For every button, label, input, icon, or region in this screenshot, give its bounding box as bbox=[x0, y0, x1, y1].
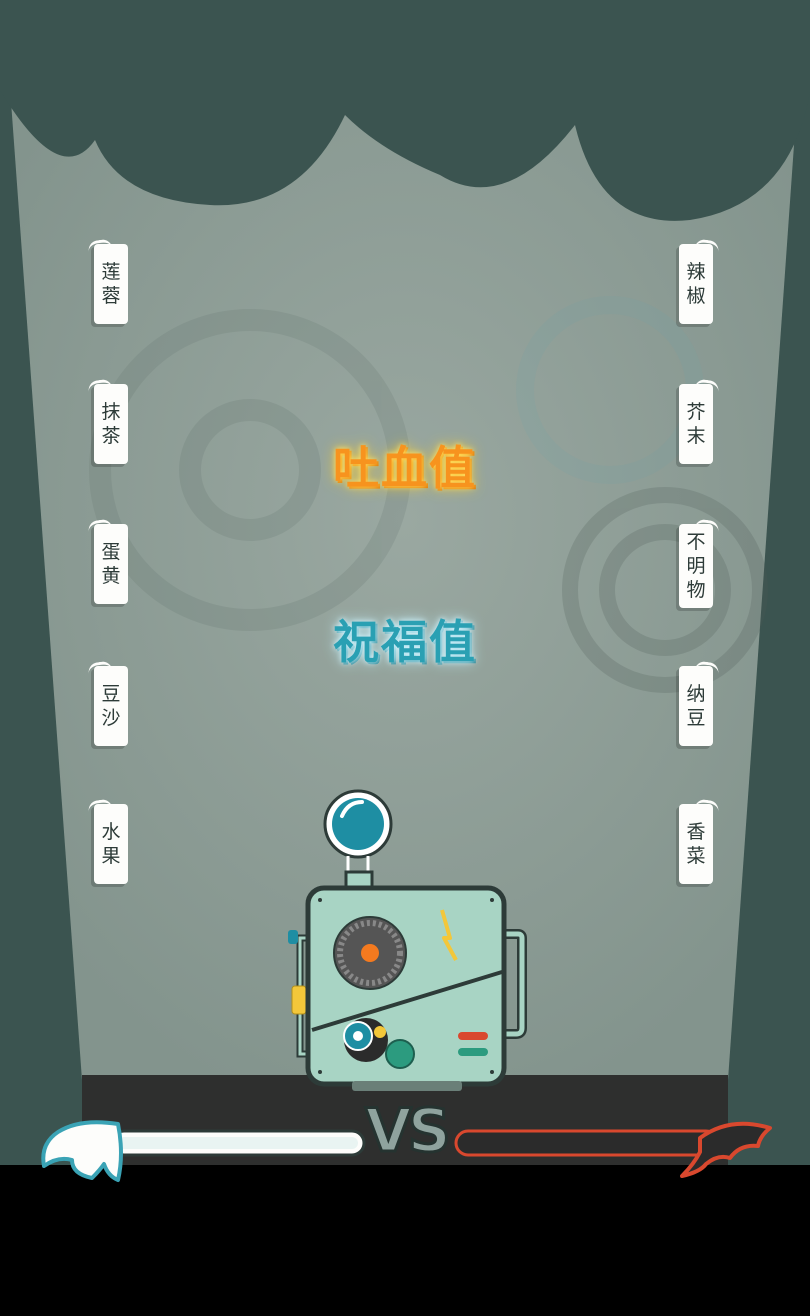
flavor-char: 抹 bbox=[101, 401, 121, 423]
flavor-tag-left-5[interactable]: 水 果 bbox=[87, 798, 128, 884]
flavor-char: 水 bbox=[101, 821, 121, 843]
mooncake-machine-icon[interactable] bbox=[282, 788, 532, 1093]
flavor-char: 明 bbox=[686, 555, 706, 577]
flavor-char: 纳 bbox=[686, 683, 706, 705]
flavor-char: 椒 bbox=[686, 285, 706, 307]
flavor-tag-right-5[interactable]: 香 菜 bbox=[679, 798, 720, 884]
flavor-char: 不 bbox=[686, 531, 706, 553]
versus-label: VS bbox=[364, 1095, 453, 1168]
flavor-char: 果 bbox=[101, 845, 121, 867]
game-stage: 莲 蓉 抹 茶 蛋 黄 豆 沙 水 果 辣 椒 芥 末 不 明 物 纳 豆 香 … bbox=[0, 0, 810, 1316]
flavor-tag-right-3[interactable]: 不 明 物 bbox=[679, 518, 720, 608]
flavor-char: 蛋 bbox=[101, 541, 121, 563]
flavor-char: 豆 bbox=[101, 683, 121, 705]
flavor-char: 菜 bbox=[686, 845, 706, 867]
blessing-bar-fill bbox=[118, 1137, 358, 1149]
flavor-char: 黄 bbox=[101, 565, 121, 587]
vomit-value-label: 吐血值 bbox=[333, 441, 477, 495]
flavor-tag-left-1[interactable]: 莲 蓉 bbox=[87, 238, 128, 324]
flavor-char: 香 bbox=[686, 821, 706, 843]
flavor-tag-left-4[interactable]: 豆 沙 bbox=[87, 660, 128, 746]
flavor-char: 辣 bbox=[686, 261, 706, 283]
blessing-value-label: 祝福值 bbox=[333, 615, 477, 669]
flavor-tag-right-1[interactable]: 辣 椒 bbox=[679, 238, 720, 324]
flavor-char: 芥 bbox=[686, 401, 706, 423]
flavor-char: 豆 bbox=[686, 707, 706, 729]
flavor-char: 蓉 bbox=[101, 285, 121, 307]
flavor-char: 沙 bbox=[101, 707, 121, 729]
vomit-bar bbox=[454, 1129, 720, 1157]
flavor-tag-left-3[interactable]: 蛋 黄 bbox=[87, 518, 128, 604]
flavor-char: 莲 bbox=[101, 261, 121, 283]
flavor-char: 物 bbox=[686, 579, 706, 601]
angel-wing-icon bbox=[41, 1120, 123, 1182]
flavor-tag-right-4[interactable]: 纳 豆 bbox=[679, 660, 720, 746]
